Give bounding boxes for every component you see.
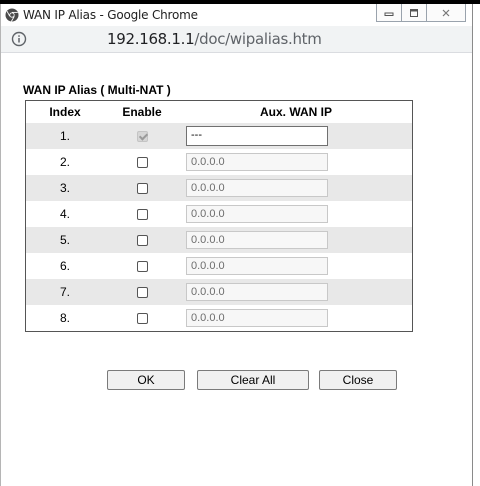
window-title: WAN IP Alias - Google Chrome xyxy=(23,8,198,22)
maximize-button[interactable] xyxy=(401,4,427,22)
aux-wan-ip-input[interactable]: 0.0.0.0 xyxy=(186,231,328,249)
aux-wan-ip-input[interactable]: 0.0.0.0 xyxy=(186,257,328,275)
row-index: 2. xyxy=(25,149,104,175)
table-row: 1. --- xyxy=(25,123,413,149)
table-row: 6. 0.0.0.0 xyxy=(25,253,413,279)
enable-checkbox[interactable] xyxy=(136,261,148,273)
aux-wan-ip-input[interactable]: 0.0.0.0 xyxy=(186,309,328,327)
alias-table: Index Enable Aux. WAN IP 1. --- 2. 0.0.0… xyxy=(25,100,413,332)
row-index: 6. xyxy=(25,253,104,279)
page-title: WAN IP Alias ( Multi-NAT ) xyxy=(23,83,171,97)
table-row: 2. 0.0.0.0 xyxy=(25,149,413,175)
aux-wan-ip-input[interactable]: 0.0.0.0 xyxy=(186,205,328,223)
aux-wan-ip-input[interactable]: 0.0.0.0 xyxy=(186,153,328,171)
address-bar[interactable]: 192.168.1.1/doc/wipalias.htm xyxy=(1,26,472,53)
url-path: /doc/wipalias.htm xyxy=(194,30,322,48)
enable-checkbox[interactable] xyxy=(136,313,148,325)
enable-checkbox[interactable] xyxy=(136,235,148,247)
table-row: 3. 0.0.0.0 xyxy=(25,175,413,201)
column-header-enable: Enable xyxy=(104,100,180,123)
row-index: 5. xyxy=(25,227,104,253)
column-header-index: Index xyxy=(25,100,104,123)
enable-checkbox[interactable] xyxy=(136,209,148,221)
title-bar[interactable]: WAN IP Alias - Google Chrome xyxy=(1,4,472,26)
window-controls xyxy=(376,4,466,24)
column-header-aux-wan-ip: Aux. WAN IP xyxy=(180,100,413,123)
aux-wan-ip-input[interactable]: 0.0.0.0 xyxy=(186,283,328,301)
table-row: 5. 0.0.0.0 xyxy=(25,227,413,253)
row-index: 3. xyxy=(25,175,104,201)
maximize-icon xyxy=(410,8,418,17)
clear-all-button[interactable]: Clear All xyxy=(197,370,309,390)
minimize-button[interactable] xyxy=(376,4,402,22)
ok-button[interactable]: OK xyxy=(107,370,185,390)
close-window-button[interactable] xyxy=(426,4,466,22)
close-button[interactable]: Close xyxy=(319,370,397,390)
row-index: 1. xyxy=(25,123,104,149)
chrome-icon xyxy=(5,8,19,22)
table-row: 4. 0.0.0.0 xyxy=(25,201,413,227)
table-row: 8. 0.0.0.0 xyxy=(25,305,413,332)
table-row: 7. 0.0.0.0 xyxy=(25,279,413,305)
aux-wan-ip-input[interactable]: 0.0.0.0 xyxy=(186,179,328,197)
minimize-icon xyxy=(384,12,394,16)
aux-wan-ip-input[interactable]: --- xyxy=(186,126,328,146)
browser-window: WAN IP Alias - Google Chrome 192.168.1.1… xyxy=(0,4,473,486)
enable-checkbox[interactable] xyxy=(136,157,148,169)
enable-checkbox[interactable] xyxy=(136,183,148,195)
row-index: 4. xyxy=(25,201,104,227)
row-index: 8. xyxy=(25,305,104,332)
info-icon[interactable] xyxy=(11,31,27,47)
action-buttons: OK Clear All Close xyxy=(107,370,407,390)
url-host: 192.168.1.1 xyxy=(107,30,195,48)
close-icon xyxy=(442,9,450,16)
row-index: 7. xyxy=(25,279,104,305)
enable-checkbox[interactable] xyxy=(136,131,148,143)
enable-checkbox[interactable] xyxy=(136,287,148,299)
url-text[interactable]: 192.168.1.1/doc/wipalias.htm xyxy=(107,30,322,48)
